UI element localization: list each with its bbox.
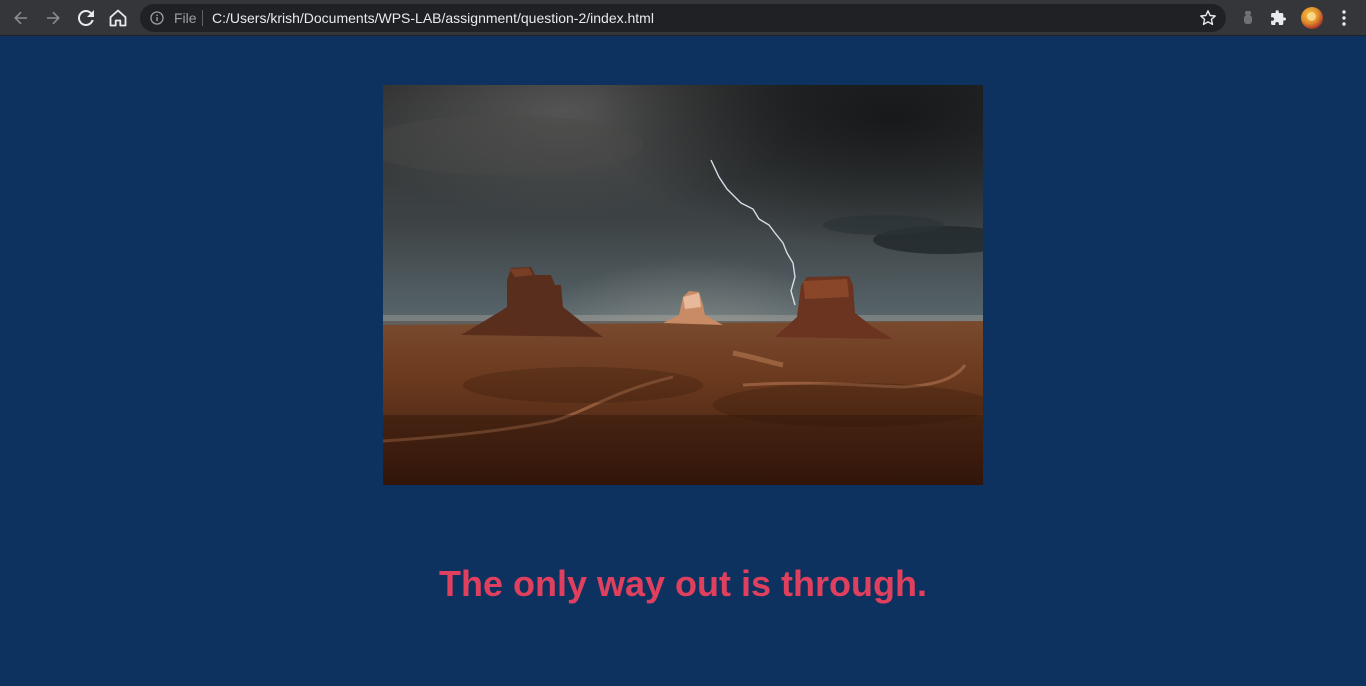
puzzle-icon — [1271, 10, 1286, 25]
reload-button[interactable] — [74, 6, 98, 30]
back-button[interactable] — [9, 6, 33, 30]
browser-menu-button[interactable] — [1334, 8, 1354, 28]
extensions-menu-button[interactable] — [1269, 8, 1289, 28]
omnibox-divider — [202, 10, 203, 26]
forward-button[interactable] — [41, 6, 65, 30]
url-text[interactable]: C:/Users/krish/Documents/WPS-LAB/assignm… — [212, 10, 654, 26]
address-bar[interactable]: File C:/Users/krish/Documents/WPS-LAB/as… — [140, 4, 1226, 32]
kebab-menu-icon — [1342, 10, 1346, 26]
info-icon[interactable] — [150, 11, 164, 25]
home-icon — [109, 9, 127, 27]
home-button[interactable] — [106, 6, 130, 30]
arrow-right-icon — [47, 11, 60, 25]
hero-image — [383, 85, 983, 485]
quote-heading: The only way out is through. — [438, 563, 927, 604]
reload-icon — [78, 10, 94, 26]
browser-toolbar: File C:/Users/krish/Documents/WPS-LAB/as… — [0, 0, 1366, 36]
profile-avatar[interactable] — [1301, 7, 1323, 29]
scheme-label: File — [174, 10, 197, 26]
star-icon[interactable] — [1199, 9, 1217, 27]
arrow-left-icon — [14, 11, 27, 25]
extension-button[interactable] — [1238, 8, 1258, 28]
extension-icon — [1244, 11, 1252, 24]
